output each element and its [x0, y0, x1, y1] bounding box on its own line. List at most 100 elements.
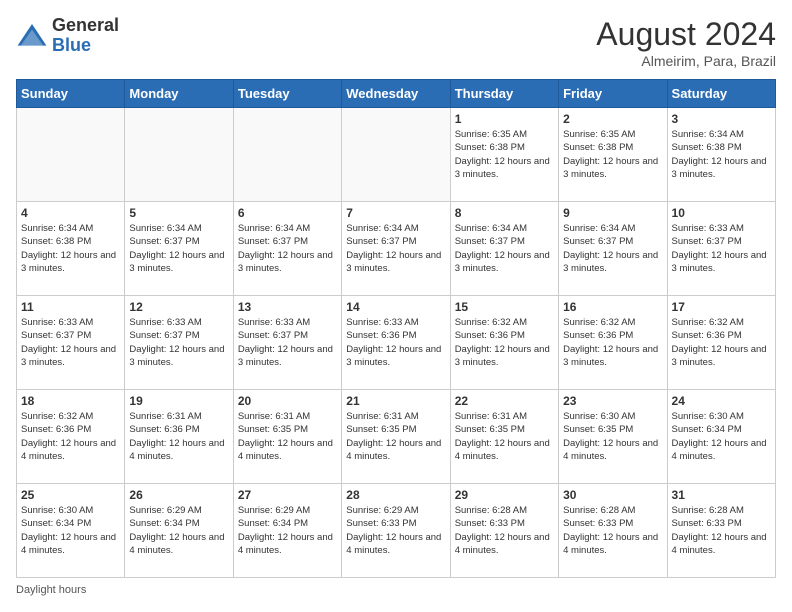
day-info: Sunrise: 6:32 AMSunset: 6:36 PMDaylight:… — [672, 316, 771, 369]
calendar-cell: 15Sunrise: 6:32 AMSunset: 6:36 PMDayligh… — [450, 296, 558, 390]
week-row-3: 18Sunrise: 6:32 AMSunset: 6:36 PMDayligh… — [17, 390, 776, 484]
calendar-cell: 9 Sunrise: 6:34 AMSunset: 6:37 PMDaylight… — [559, 202, 667, 296]
calendar-cell: 22 Sunrise: 6:31 AMSunset: 6:35 PMDayligh… — [450, 390, 558, 484]
day-info: Sunrise: 6:33 AMSunset: 6:37 PMDaylight:… — [129, 316, 228, 369]
calendar-cell: 14 Sunrise: 6:33 AMSunset: 6:36 PMDayligh… — [342, 296, 450, 390]
calendar-cell: 3Sunrise: 6:34 AMSunset: 6:38 PMDaylight… — [667, 108, 775, 202]
day-info: Sunrise: 6:34 AMSunset: 6:37 PMDaylight:… — [455, 222, 554, 275]
day-number: 7 — [346, 206, 445, 220]
header-day-wednesday: Wednesday — [342, 80, 450, 108]
day-number: 22 — [455, 394, 554, 408]
calendar-cell: 10Sunrise: 6:33 AMSunset: 6:37 PMDayligh… — [667, 202, 775, 296]
day-info: Sunrise: 6:33 AMSunset: 6:37 PMDaylight:… — [672, 222, 771, 275]
calendar-cell: 8 Sunrise: 6:34 AMSunset: 6:37 PMDaylight… — [450, 202, 558, 296]
day-info: Sunrise: 6:34 AMSunset: 6:37 PMDaylight:… — [129, 222, 228, 275]
calendar-cell: 1Sunrise: 6:35 AMSunset: 6:38 PMDaylight… — [450, 108, 558, 202]
calendar-cell: 20 Sunrise: 6:31 AMSunset: 6:35 PMDayligh… — [233, 390, 341, 484]
week-row-2: 11Sunrise: 6:33 AMSunset: 6:37 PMDayligh… — [17, 296, 776, 390]
location-subtitle: Almeirim, Para, Brazil — [596, 53, 776, 69]
day-number: 8 — [455, 206, 554, 220]
day-number: 12 — [129, 300, 228, 314]
day-info: Sunrise: 6:34 AMSunset: 6:38 PMDaylight:… — [672, 128, 771, 181]
page: General Blue August 2024 Almeirim, Para,… — [0, 0, 792, 612]
day-number: 16 — [563, 300, 662, 314]
day-number: 24 — [672, 394, 771, 408]
calendar-cell: 12 Sunrise: 6:33 AMSunset: 6:37 PMDayligh… — [125, 296, 233, 390]
day-info: Sunrise: 6:35 AMSunset: 6:38 PMDaylight:… — [563, 128, 662, 181]
day-info: Sunrise: 6:33 AMSunset: 6:37 PMDaylight:… — [238, 316, 337, 369]
day-number: 14 — [346, 300, 445, 314]
day-info: Sunrise: 6:31 AMSunset: 6:36 PMDaylight:… — [129, 410, 228, 463]
day-info: Sunrise: 6:30 AMSunset: 6:34 PMDaylight:… — [672, 410, 771, 463]
day-info: Sunrise: 6:31 AMSunset: 6:35 PMDaylight:… — [455, 410, 554, 463]
calendar-cell: 13 Sunrise: 6:33 AMSunset: 6:37 PMDayligh… — [233, 296, 341, 390]
calendar-cell: 18Sunrise: 6:32 AMSunset: 6:36 PMDayligh… — [17, 390, 125, 484]
day-number: 20 — [238, 394, 337, 408]
day-info: Sunrise: 6:32 AMSunset: 6:36 PMDaylight:… — [563, 316, 662, 369]
day-number: 30 — [563, 488, 662, 502]
calendar-cell — [233, 108, 341, 202]
day-info: Sunrise: 6:29 AMSunset: 6:34 PMDaylight:… — [238, 504, 337, 557]
calendar-cell — [17, 108, 125, 202]
day-info: Sunrise: 6:30 AMSunset: 6:35 PMDaylight:… — [563, 410, 662, 463]
day-info: Sunrise: 6:28 AMSunset: 6:33 PMDaylight:… — [455, 504, 554, 557]
calendar-cell: 27 Sunrise: 6:29 AMSunset: 6:34 PMDayligh… — [233, 484, 341, 578]
week-row-1: 4 Sunrise: 6:34 AMSunset: 6:38 PMDaylight… — [17, 202, 776, 296]
day-number: 27 — [238, 488, 337, 502]
day-number: 9 — [563, 206, 662, 220]
calendar-cell: 30 Sunrise: 6:28 AMSunset: 6:33 PMDayligh… — [559, 484, 667, 578]
week-row-4: 25 Sunrise: 6:30 AMSunset: 6:34 PMDayligh… — [17, 484, 776, 578]
title-block: August 2024 Almeirim, Para, Brazil — [596, 16, 776, 69]
week-row-0: 1Sunrise: 6:35 AMSunset: 6:38 PMDaylight… — [17, 108, 776, 202]
day-info: Sunrise: 6:31 AMSunset: 6:35 PMDaylight:… — [238, 410, 337, 463]
day-info: Sunrise: 6:34 AMSunset: 6:37 PMDaylight:… — [238, 222, 337, 275]
day-number: 29 — [455, 488, 554, 502]
calendar-cell: 21 Sunrise: 6:31 AMSunset: 6:35 PMDayligh… — [342, 390, 450, 484]
calendar-cell: 17 Sunrise: 6:32 AMSunset: 6:36 PMDayligh… — [667, 296, 775, 390]
day-info: Sunrise: 6:34 AMSunset: 6:38 PMDaylight:… — [21, 222, 120, 275]
day-info: Sunrise: 6:34 AMSunset: 6:37 PMDaylight:… — [563, 222, 662, 275]
day-info: Sunrise: 6:35 AMSunset: 6:38 PMDaylight:… — [455, 128, 554, 181]
calendar-cell: 16 Sunrise: 6:32 AMSunset: 6:36 PMDayligh… — [559, 296, 667, 390]
day-number: 25 — [21, 488, 120, 502]
calendar-cell: 24 Sunrise: 6:30 AMSunset: 6:34 PMDayligh… — [667, 390, 775, 484]
calendar-cell: 23 Sunrise: 6:30 AMSunset: 6:35 PMDayligh… — [559, 390, 667, 484]
header-day-tuesday: Tuesday — [233, 80, 341, 108]
header-row: SundayMondayTuesdayWednesdayThursdayFrid… — [17, 80, 776, 108]
header: General Blue August 2024 Almeirim, Para,… — [16, 16, 776, 69]
day-info: Sunrise: 6:31 AMSunset: 6:35 PMDaylight:… — [346, 410, 445, 463]
day-number: 21 — [346, 394, 445, 408]
calendar-cell: 29 Sunrise: 6:28 AMSunset: 6:33 PMDayligh… — [450, 484, 558, 578]
day-info: Sunrise: 6:28 AMSunset: 6:33 PMDaylight:… — [563, 504, 662, 557]
day-info: Sunrise: 6:30 AMSunset: 6:34 PMDaylight:… — [21, 504, 120, 557]
calendar-cell: 19 Sunrise: 6:31 AMSunset: 6:36 PMDayligh… — [125, 390, 233, 484]
calendar-cell — [125, 108, 233, 202]
day-number: 5 — [129, 206, 228, 220]
day-info: Sunrise: 6:29 AMSunset: 6:34 PMDaylight:… — [129, 504, 228, 557]
day-info: Sunrise: 6:28 AMSunset: 6:33 PMDaylight:… — [672, 504, 771, 557]
day-number: 28 — [346, 488, 445, 502]
day-number: 19 — [129, 394, 228, 408]
day-info: Sunrise: 6:29 AMSunset: 6:33 PMDaylight:… — [346, 504, 445, 557]
day-number: 6 — [238, 206, 337, 220]
calendar-cell: 28 Sunrise: 6:29 AMSunset: 6:33 PMDayligh… — [342, 484, 450, 578]
day-number: 17 — [672, 300, 771, 314]
calendar-cell: 2 Sunrise: 6:35 AMSunset: 6:38 PMDaylight… — [559, 108, 667, 202]
calendar-cell: 6 Sunrise: 6:34 AMSunset: 6:37 PMDaylight… — [233, 202, 341, 296]
day-info: Sunrise: 6:33 AMSunset: 6:36 PMDaylight:… — [346, 316, 445, 369]
day-number: 4 — [21, 206, 120, 220]
day-number: 2 — [563, 112, 662, 126]
header-day-saturday: Saturday — [667, 80, 775, 108]
month-title: August 2024 — [596, 16, 776, 53]
logo-general: General — [52, 15, 119, 35]
calendar-cell: 5 Sunrise: 6:34 AMSunset: 6:37 PMDaylight… — [125, 202, 233, 296]
header-day-friday: Friday — [559, 80, 667, 108]
day-number: 18 — [21, 394, 120, 408]
calendar-cell: 26Sunrise: 6:29 AMSunset: 6:34 PMDayligh… — [125, 484, 233, 578]
logo-text: General Blue — [52, 16, 119, 56]
day-number: 23 — [563, 394, 662, 408]
day-info: Sunrise: 6:32 AMSunset: 6:36 PMDaylight:… — [455, 316, 554, 369]
day-number: 13 — [238, 300, 337, 314]
header-day-sunday: Sunday — [17, 80, 125, 108]
footer: Daylight hours — [16, 584, 776, 596]
